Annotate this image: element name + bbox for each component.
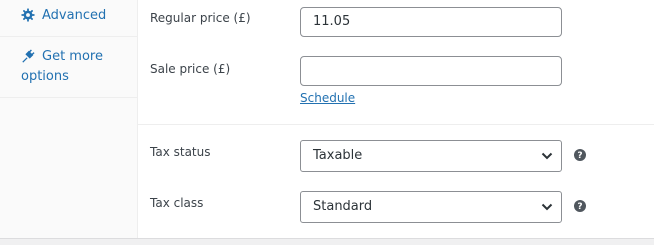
gear-icon bbox=[21, 8, 35, 22]
product-data-tabs: Advanced Get more options bbox=[0, 0, 138, 238]
tab-get-more-label-line2: options bbox=[21, 69, 69, 84]
tab-advanced[interactable]: Advanced bbox=[0, 0, 137, 37]
tab-advanced-label: Advanced bbox=[42, 8, 107, 23]
help-icon[interactable]: ? bbox=[574, 149, 586, 161]
tax-status-value: Taxable bbox=[313, 148, 363, 163]
section-divider bbox=[138, 124, 654, 125]
svg-text:?: ? bbox=[577, 151, 582, 161]
tax-class-label: Tax class bbox=[150, 196, 204, 210]
plug-icon bbox=[22, 49, 35, 63]
sale-price-input[interactable] bbox=[300, 56, 562, 86]
schedule-link[interactable]: Schedule bbox=[300, 91, 355, 105]
tax-class-value: Standard bbox=[313, 199, 373, 214]
svg-text:?: ? bbox=[577, 202, 582, 212]
regular-price-label: Regular price (£) bbox=[150, 11, 251, 25]
help-icon[interactable]: ? bbox=[574, 200, 586, 212]
chevron-down-icon bbox=[541, 152, 553, 160]
tab-get-more-options[interactable]: Get more options bbox=[0, 37, 137, 98]
tax-status-select[interactable]: Taxable bbox=[300, 140, 562, 172]
tax-class-select[interactable]: Standard bbox=[300, 191, 562, 223]
tab-get-more-label-line1: Get more bbox=[42, 49, 103, 64]
regular-price-input[interactable]: 11.05 bbox=[300, 7, 562, 37]
product-data-panel: Advanced Get more options Regular price … bbox=[0, 0, 654, 239]
tax-status-label: Tax status bbox=[150, 145, 211, 159]
sale-price-label: Sale price (£) bbox=[150, 62, 231, 76]
chevron-down-icon bbox=[541, 203, 553, 211]
